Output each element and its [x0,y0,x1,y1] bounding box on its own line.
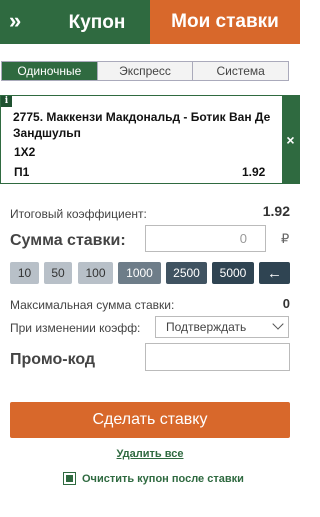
info-icon[interactable]: i [1,96,12,107]
quick-amount-100[interactable]: 100 [78,262,113,284]
delete-all-wrapper: Удалить все [0,448,300,460]
quick-amount-50[interactable]: 50 [44,262,72,284]
market-name: 1X2 [14,145,36,159]
promo-code-input[interactable] [145,343,290,371]
max-stake-label: Максимальная сумма ставки: [10,298,175,312]
clear-after-bet-checkbox[interactable] [63,472,76,485]
odds-change-label: При изменении коэфф: [10,321,141,335]
place-bet-button[interactable]: Сделать ставку [10,402,290,438]
clear-after-bet-label[interactable]: Очистить купон после ставки [82,473,244,485]
header: » Купон Мои ставки [0,0,300,44]
clear-after-bet-row: Очистить купон после ставки [63,472,244,485]
odds-change-select[interactable]: Подтверждать [155,316,289,338]
tab-coupon[interactable]: » Купон [0,0,150,44]
check-mark-icon [66,475,73,482]
tab-singles[interactable]: Одиночные [2,62,97,80]
tab-express[interactable]: Экспресс [96,62,193,80]
promo-label: Промо-код [10,351,96,368]
currency-sign: ₽ [281,231,290,246]
quick-amount-2500[interactable]: 2500 [166,262,207,284]
arrow-left-icon: ← [267,264,282,282]
quick-amount-10[interactable]: 10 [10,262,39,284]
selection-odd: 1.92 [242,165,266,179]
total-odd-value: 1.92 [262,203,290,219]
tab-my-bets[interactable]: Мои ставки [150,0,300,44]
max-stake-value: 0 [282,296,290,311]
total-odd-label: Итоговый коэффициент: [10,207,147,221]
chevron-down-icon [272,318,284,330]
stake-input[interactable]: 0 [145,225,266,252]
quick-amount-1000[interactable]: 1000 [118,262,161,284]
close-icon: × [286,131,295,148]
odds-change-value: Подтверждать [166,320,247,334]
backspace-button[interactable]: ← [259,262,290,284]
tab-system[interactable]: Система [192,62,289,80]
stake-label: Сумма ставки: [10,232,126,249]
quick-amount-5000[interactable]: 5000 [212,262,254,284]
tab-coupon-label: Купон [68,12,126,33]
bet-card: i 2775. Маккензи Макдональд - Ботик Ван … [0,95,300,184]
bet-mode-tabs: Одиночные Экспресс Система [1,61,289,81]
event-title: 2775. Маккензи Макдональд - Ботик Ван Де… [13,110,271,140]
remove-bet-button[interactable]: × [282,96,299,183]
delete-all-link[interactable]: Удалить все [117,448,184,460]
selection-name: П1 [14,165,30,179]
